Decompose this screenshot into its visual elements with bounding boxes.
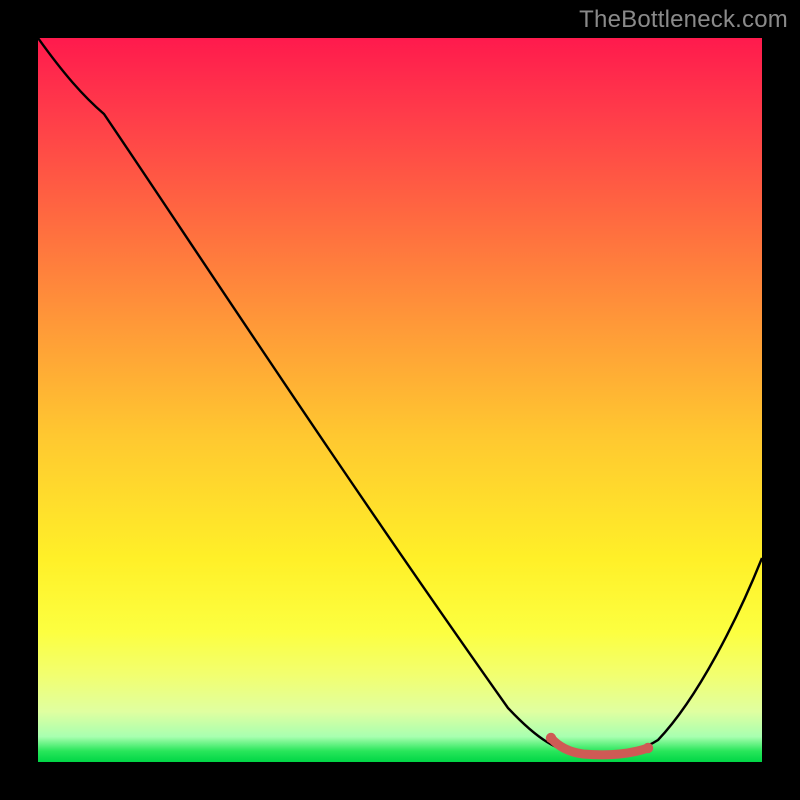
highlight-start-cap [546,733,556,743]
optimal-range-highlight [38,38,762,762]
watermark-text: TheBottleneck.com [579,6,788,34]
highlight-end-cap [643,743,653,753]
chart-plot-area [38,38,762,762]
highlight-path [551,738,648,755]
